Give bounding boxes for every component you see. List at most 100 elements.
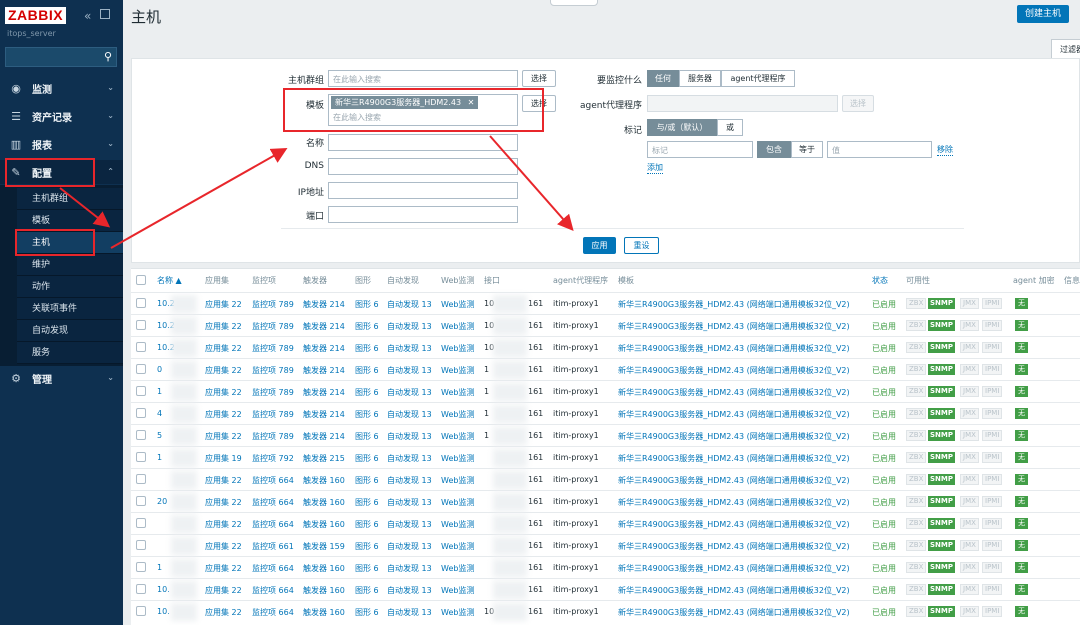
cell-items[interactable]: 监控项 789 [252,409,294,420]
cell-template[interactable]: 新华三R4900G3服务器_HDM2.43 (网络端口通用模板32位_V2) [618,365,850,376]
sidebar-item-event-correlation[interactable]: 关联项事件 [17,298,123,320]
cell-items[interactable]: 监控项 789 [252,321,294,332]
cell-apps[interactable]: 应用集 19 [205,453,242,464]
cell-web[interactable]: Web监测 [441,387,474,398]
cell-triggers[interactable]: 触发器 214 [303,365,345,376]
cell-triggers[interactable]: 触发器 214 [303,321,345,332]
cell-template[interactable]: 新华三R4900G3服务器_HDM2.43 (网络端口通用模板32位_V2) [618,541,850,552]
sidebar-search-input[interactable]: ⚲ [5,47,117,67]
cell-status[interactable]: 已启用 [872,321,896,332]
cell-items[interactable]: 监控项 789 [252,387,294,398]
cell-web[interactable]: Web监测 [441,475,474,486]
reset-button[interactable]: 重设 [624,237,659,254]
host-groups-input[interactable]: 在此输入搜索 [328,70,518,87]
cell-template[interactable]: 新华三R4900G3服务器_HDM2.43 (网络端口通用模板32位_V2) [618,387,850,398]
cell-items[interactable]: 监控项 664 [252,585,294,596]
cell-graphs[interactable]: 图形 6 [355,409,379,420]
cell-name[interactable]: 1 [157,387,162,396]
nav-administration[interactable]: ⚙ 管理 ⌄ [0,366,123,390]
tag-equals[interactable]: 等于 [791,141,823,158]
row-checkbox[interactable] [136,408,146,418]
cell-graphs[interactable]: 图形 6 [355,321,379,332]
cell-status[interactable]: 已启用 [872,607,896,618]
cell-apps[interactable]: 应用集 22 [205,497,242,508]
cell-graphs[interactable]: 图形 6 [355,299,379,310]
cell-triggers[interactable]: 触发器 160 [303,563,345,574]
cell-items[interactable]: 监控项 664 [252,519,294,530]
create-host-button[interactable]: 创建主机 [1017,5,1069,23]
row-checkbox[interactable] [136,452,146,462]
cell-items[interactable]: 监控项 789 [252,431,294,442]
cell-graphs[interactable]: 图形 6 [355,519,379,530]
cell-items[interactable]: 监控项 789 [252,343,294,354]
select-all-checkbox[interactable] [136,275,146,285]
collapse-sidebar-icon[interactable]: « [84,9,91,23]
cell-web[interactable]: Web监测 [441,453,474,464]
cell-web[interactable]: Web监测 [441,321,474,332]
tab-filter[interactable]: 过滤器 [1051,39,1080,59]
cell-apps[interactable]: 应用集 22 [205,585,242,596]
monitored-by-server[interactable]: 服务器 [679,70,721,87]
cell-discovery[interactable]: 自动发现 13 [387,299,432,310]
tag-op-or[interactable]: 或 [717,119,743,136]
cell-graphs[interactable]: 图形 6 [355,585,379,596]
cell-items[interactable]: 监控项 664 [252,607,294,618]
cell-apps[interactable]: 应用集 22 [205,563,242,574]
sidebar-item-maintenance[interactable]: 维护 [17,254,123,276]
cell-name[interactable]: 10. [157,585,170,594]
cell-status[interactable]: 已启用 [872,453,896,464]
cell-status[interactable]: 已启用 [872,497,896,508]
cell-status[interactable]: 已启用 [872,431,896,442]
cell-template[interactable]: 新华三R4900G3服务器_HDM2.43 (网络端口通用模板32位_V2) [618,321,850,332]
cell-triggers[interactable]: 触发器 160 [303,519,345,530]
cell-web[interactable]: Web监测 [441,343,474,354]
search-icon[interactable]: ⚲ [104,50,112,63]
nav-monitoring[interactable]: ◉ 监测 ⌄ [0,76,123,100]
tag-value-input[interactable]: 值 [827,141,932,158]
cell-discovery[interactable]: 自动发现 13 [387,585,432,596]
cell-items[interactable]: 监控项 789 [252,365,294,376]
cell-template[interactable]: 新华三R4900G3服务器_HDM2.43 (网络端口通用模板32位_V2) [618,585,850,596]
cell-web[interactable]: Web监测 [441,519,474,530]
cell-graphs[interactable]: 图形 6 [355,607,379,618]
cell-graphs[interactable]: 图形 6 [355,475,379,486]
remove-tag-link[interactable]: 移除 [937,144,953,156]
cell-name[interactable]: 20 [157,497,167,506]
cell-discovery[interactable]: 自动发现 13 [387,497,432,508]
row-checkbox[interactable] [136,562,146,572]
nav-reports[interactable]: ▥ 报表 ⌄ [0,132,123,156]
cell-discovery[interactable]: 自动发现 13 [387,475,432,486]
cell-discovery[interactable]: 自动发现 13 [387,343,432,354]
cell-web[interactable]: Web监测 [441,585,474,596]
cell-apps[interactable]: 应用集 22 [205,519,242,530]
cell-triggers[interactable]: 触发器 214 [303,387,345,398]
add-tag-link[interactable]: 添加 [647,162,663,174]
cell-triggers[interactable]: 触发器 159 [303,541,345,552]
cell-template[interactable]: 新华三R4900G3服务器_HDM2.43 (网络端口通用模板32位_V2) [618,431,850,442]
cell-discovery[interactable]: 自动发现 13 [387,541,432,552]
cell-status[interactable]: 已启用 [872,541,896,552]
row-checkbox[interactable] [136,430,146,440]
sidebar-item-discovery[interactable]: 自动发现 [17,320,123,342]
cell-triggers[interactable]: 触发器 160 [303,585,345,596]
sidebar-item-actions[interactable]: 动作 [17,276,123,298]
cell-triggers[interactable]: 触发器 160 [303,475,345,486]
cell-apps[interactable]: 应用集 22 [205,343,242,354]
name-field[interactable] [328,134,518,151]
sidebar-item-services[interactable]: 服务 [17,342,123,364]
cell-discovery[interactable]: 自动发现 13 [387,453,432,464]
col-status[interactable]: 状态 [872,275,888,286]
row-checkbox[interactable] [136,320,146,330]
cell-web[interactable]: Web监测 [441,431,474,442]
cell-web[interactable]: Web监测 [441,409,474,420]
cell-template[interactable]: 新华三R4900G3服务器_HDM2.43 (网络端口通用模板32位_V2) [618,519,850,530]
cell-web[interactable]: Web监测 [441,563,474,574]
cell-web[interactable]: Web监测 [441,365,474,376]
cell-apps[interactable]: 应用集 22 [205,299,242,310]
ip-field[interactable] [328,182,518,199]
cell-graphs[interactable]: 图形 6 [355,453,379,464]
zabbix-logo[interactable]: ZABBIX [5,7,67,24]
cell-apps[interactable]: 应用集 22 [205,541,242,552]
cell-graphs[interactable]: 图形 6 [355,365,379,376]
cell-items[interactable]: 监控项 789 [252,299,294,310]
